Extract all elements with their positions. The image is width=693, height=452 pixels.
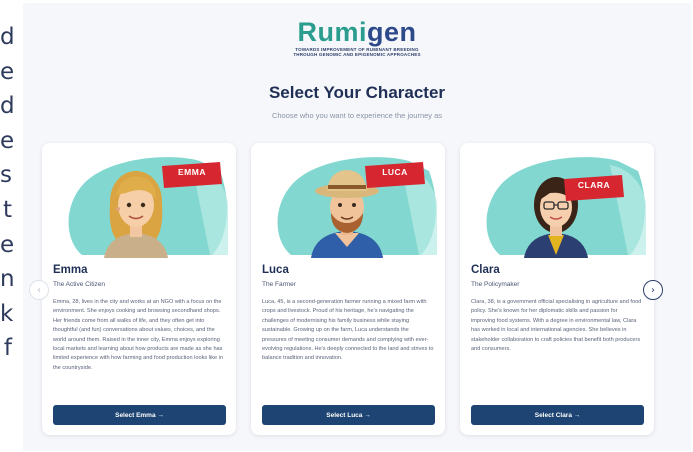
carousel-next-button[interactable]: › [643,280,663,300]
logo-word-accent: gen [366,17,417,47]
select-clara-button[interactable]: Select Clara → [471,405,644,425]
side-letter: f [3,335,12,362]
character-select-screen: Rumigen TOWARDS IMPROVEMENT OF RUMINANT … [23,3,691,451]
name-banner-luca: LUCA [382,167,408,177]
character-bio: Clara, 38, is a government official spec… [471,299,642,353]
clipped-page-text: d e d e s t e n k f [0,20,15,366]
character-bio: Luca, 45, is a second-generation farmer … [262,299,434,362]
logo-wordmark: Rumigen [23,17,691,47]
side-letter: d [0,24,15,50]
page-title: Select Your Character [268,83,446,102]
character-role: The Active Citizen [53,281,106,288]
character-name: Luca [262,264,289,276]
chevron-left-icon: ‹ [37,284,41,296]
select-emma-button[interactable]: Select Emma → [53,405,226,425]
character-card-emma: EMMA Emma The Active Citizen Emma, 28, l… [42,143,236,435]
side-letter: d [0,93,15,120]
character-role: The Policymaker [471,281,520,288]
character-bio: Emma, 28, lives in the city and works at… [53,299,224,371]
side-letter: e [0,127,15,154]
side-letter: t [2,196,12,223]
rumigen-logo: Rumigen TOWARDS IMPROVEMENT OF RUMINANT … [23,17,691,58]
side-letter: e [0,58,15,85]
character-name: Clara [471,264,500,276]
logo-tagline: TOWARDS IMPROVEMENT OF RUMINANT BREEDING… [23,47,691,57]
side-letter: e [0,231,15,258]
chevron-right-icon: › [651,284,655,296]
side-letter: k [0,300,14,327]
character-role: The Farmer [262,281,296,288]
logo-word-main: Rumi [297,17,367,47]
name-banner-clara: CLARA [577,180,611,190]
character-card-clara: CLARA Clara The Policymaker Clara, 38, i… [460,143,654,435]
character-illustration-luca: LUCA [251,143,445,258]
carousel-prev-button[interactable]: ‹ [29,280,49,300]
character-name: Emma [53,264,88,276]
logo-tagline-line: THROUGH GENOMIC AND EPIGENOMIC APPROACHE… [293,52,421,57]
side-letter: s [0,162,12,189]
character-illustration-clara: CLARA [460,143,654,258]
character-illustration-emma: EMMA [42,143,236,258]
name-banner-emma: EMMA [178,167,206,177]
select-luca-button[interactable]: Select Luca → [262,405,435,425]
side-letter: n [0,266,15,293]
character-card-luca: LUCA Luca The Farmer Luca, 45, is a seco… [251,143,445,435]
page-subtitle: Choose who you want to experience the jo… [271,111,443,120]
